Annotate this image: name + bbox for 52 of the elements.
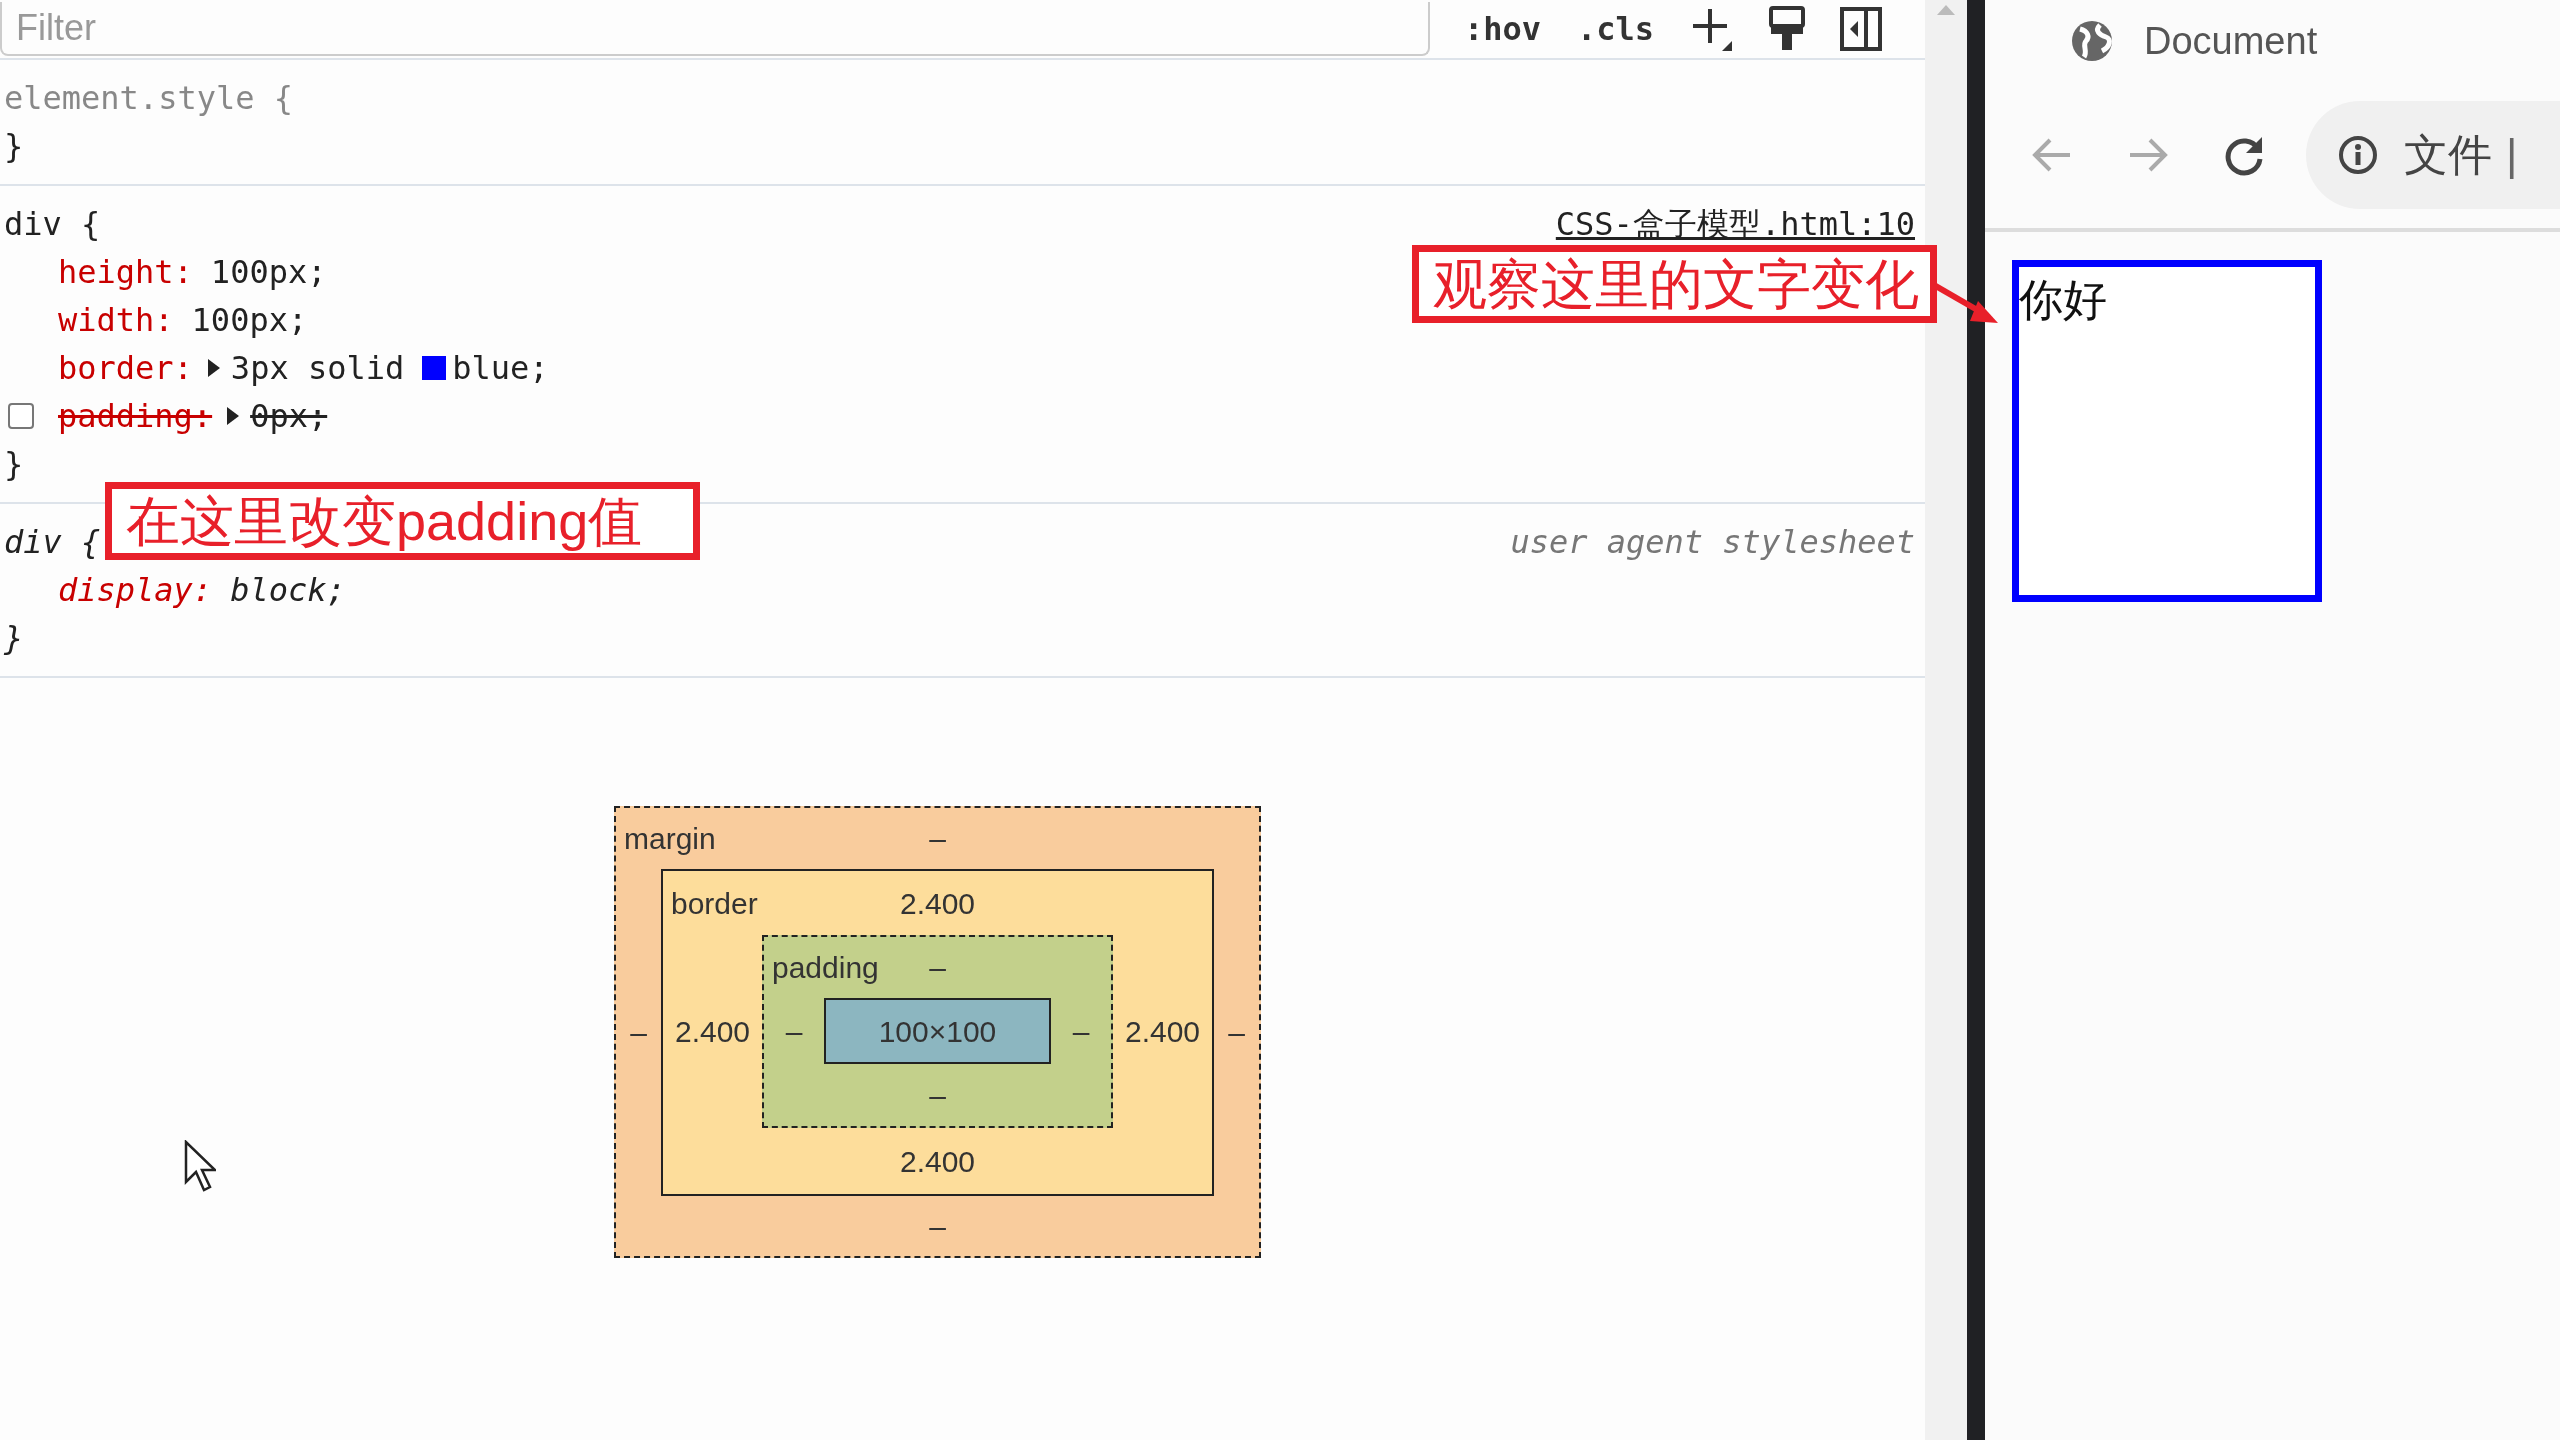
css-value: 100px; — [210, 252, 327, 293]
css-selector: div { — [3, 522, 101, 563]
closing-brace: } — [3, 618, 24, 659]
box-value: – — [630, 1015, 647, 1051]
css-selector: div { — [3, 204, 101, 245]
box-value: – — [929, 1077, 946, 1114]
css-value: block; — [230, 570, 346, 611]
box-label: margin — [624, 821, 716, 857]
browser-tab[interactable]: Document — [2144, 12, 2318, 70]
closing-brace: } — [3, 126, 24, 167]
css-value: 100px; — [191, 300, 308, 341]
source-link[interactable]: CSS-盒子模型.html:10 — [1555, 200, 1915, 248]
css-property: border: — [58, 348, 193, 389]
annotation-callout: 观察这里的文字变化 — [1412, 245, 1937, 323]
sidebar-toggle-icon[interactable] — [1840, 7, 1883, 51]
toolbar-toggle[interactable]: .cls — [1577, 5, 1655, 53]
css-property: height: — [58, 252, 193, 293]
box-label: padding — [772, 950, 879, 986]
box-value: – — [1072, 1013, 1090, 1050]
page-text: 你好 — [2019, 275, 2107, 324]
css-value: 3px solid — [230, 348, 405, 389]
css-property: display: — [58, 570, 213, 611]
box-value: 2.400 — [1124, 1014, 1201, 1050]
globe-icon — [2070, 19, 2114, 63]
info-icon — [2338, 135, 2378, 175]
box-value: – — [785, 1013, 803, 1050]
css-value: 0px; — [250, 396, 328, 437]
css-property: width: — [58, 300, 174, 341]
css-value: blue; — [452, 348, 549, 389]
paint-roller-icon[interactable] — [1768, 5, 1807, 53]
closing-brace: } — [3, 444, 24, 485]
mouse-cursor-icon — [184, 1140, 216, 1192]
annotation-callout: 在这里改变padding值 — [105, 482, 700, 560]
color-swatch[interactable] — [422, 356, 447, 380]
rule-source: user agent stylesheet — [1510, 522, 1915, 563]
box-value: – — [929, 1208, 946, 1245]
box-value: 2.400 — [899, 885, 976, 922]
box-value: – — [1228, 1015, 1245, 1051]
address-text: 文件 — [2404, 129, 2492, 181]
content-size: 100×100 — [878, 1013, 997, 1050]
box-value: 2.400 — [674, 1014, 751, 1050]
filter-field[interactable]: Filter — [0, 2, 1430, 56]
box-value: – — [929, 821, 946, 857]
css-property: padding: — [58, 396, 213, 437]
box-label: border — [671, 885, 758, 922]
box-value: – — [929, 950, 946, 986]
box-value: 2.400 — [899, 1143, 976, 1180]
address-bar[interactable]: 文件 | — [2306, 101, 2560, 209]
address-separator: | — [2506, 129, 2518, 181]
toolbar-toggle[interactable]: :hov — [1464, 5, 1542, 53]
expand-triangle-icon[interactable] — [206, 358, 221, 378]
css-selector: element.style { — [3, 78, 293, 119]
